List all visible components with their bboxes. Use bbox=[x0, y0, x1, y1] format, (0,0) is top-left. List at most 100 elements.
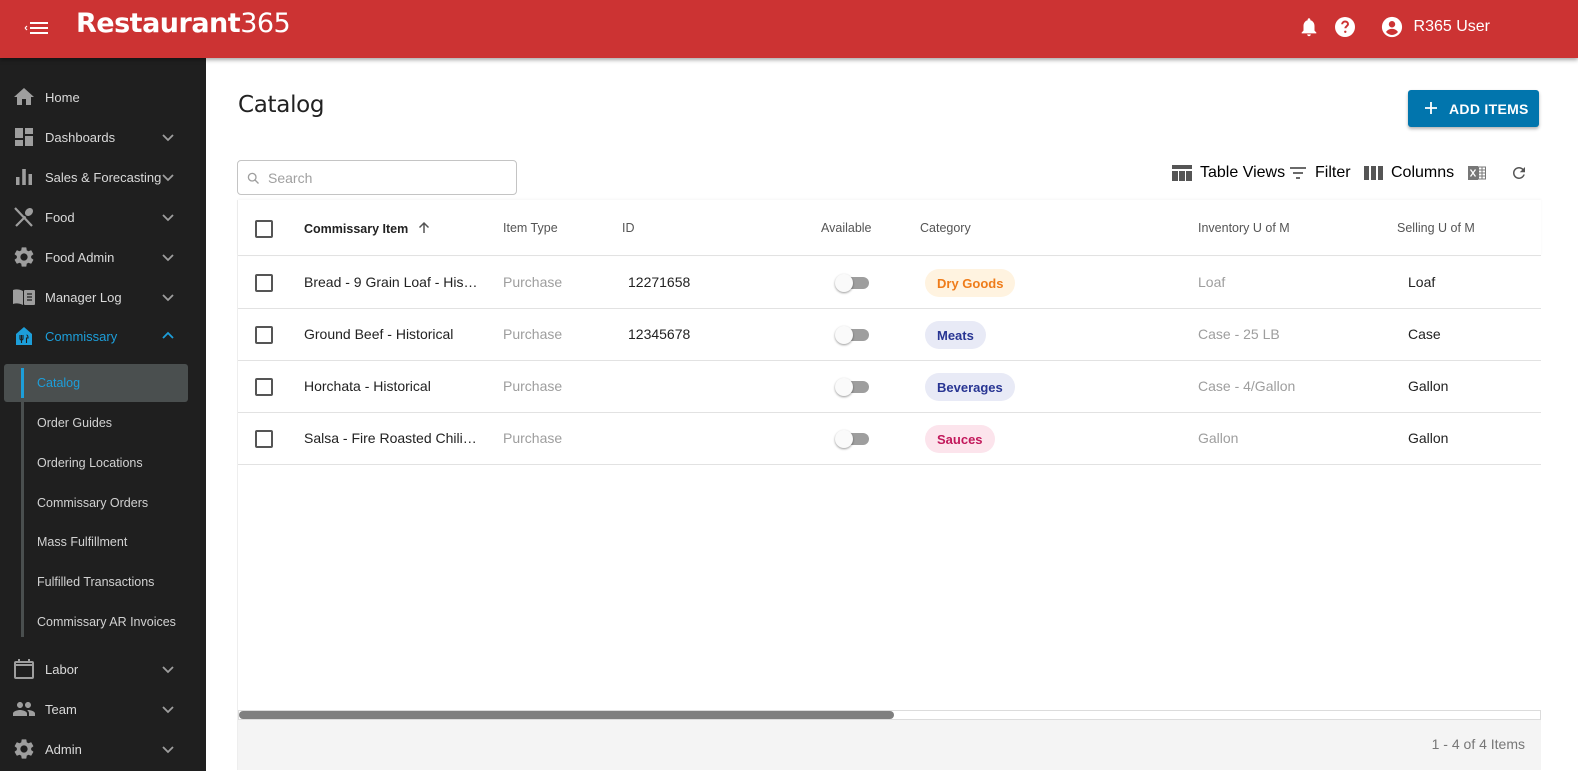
column-header-available[interactable]: Available bbox=[821, 221, 872, 235]
cell-commissary-item[interactable]: Bread - 9 Grain Loaf - His… bbox=[304, 274, 478, 290]
cell-item-type: Purchase bbox=[503, 430, 563, 446]
search-input[interactable] bbox=[268, 167, 508, 189]
available-toggle[interactable] bbox=[835, 274, 871, 292]
available-toggle[interactable] bbox=[835, 378, 871, 396]
column-header-category[interactable]: Category bbox=[920, 221, 971, 235]
menu-collapse-icon bbox=[24, 22, 48, 34]
available-toggle[interactable] bbox=[835, 430, 871, 448]
main-content: Catalog ADD ITEMS Table Views Filter Col… bbox=[206, 58, 1578, 771]
row-checkbox[interactable] bbox=[255, 326, 273, 344]
chevron-down-icon bbox=[162, 294, 174, 302]
sidebar-item-manager-log[interactable]: Manager Log bbox=[0, 277, 206, 317]
sidebar-item-sales-forecasting[interactable]: Sales & Forecasting bbox=[0, 157, 206, 197]
columns-button[interactable]: Columns bbox=[1364, 162, 1454, 184]
bar-chart-icon bbox=[16, 169, 32, 185]
app-logo[interactable]: Restaurant365 bbox=[76, 8, 291, 39]
notifications-button[interactable] bbox=[1297, 15, 1321, 39]
cell-selling-uom: Case bbox=[1408, 326, 1441, 342]
sidebar-item-label: Team bbox=[45, 701, 77, 717]
column-header-id[interactable]: ID bbox=[622, 221, 635, 235]
available-toggle[interactable] bbox=[835, 326, 871, 344]
column-header-inventory-uom[interactable]: Inventory U of M bbox=[1198, 221, 1290, 235]
help-icon bbox=[1334, 17, 1355, 37]
table-views-label: Table Views bbox=[1200, 164, 1286, 181]
sidebar-item-commissary[interactable]: Commissary bbox=[0, 316, 206, 356]
column-header-commissary-item[interactable]: Commissary Item bbox=[304, 221, 431, 236]
sidebar-item-food-admin[interactable]: Food Admin bbox=[0, 237, 206, 277]
gear-icon bbox=[14, 247, 34, 267]
sidebar-item-label: Sales & Forecasting bbox=[45, 169, 162, 185]
sidebar-subitem-label: Commissary AR Invoices bbox=[37, 615, 176, 629]
columns-icon bbox=[1364, 166, 1383, 180]
excel-icon bbox=[1468, 166, 1486, 180]
dashboard-icon bbox=[15, 128, 33, 146]
scrollbar-thumb[interactable] bbox=[239, 711, 894, 719]
category-badge: Dry Goods bbox=[925, 269, 1016, 297]
cell-commissary-item[interactable]: Ground Beef - Historical bbox=[304, 326, 453, 342]
menu-collapse-button[interactable] bbox=[22, 16, 52, 40]
refresh-button[interactable] bbox=[1510, 162, 1528, 184]
sidebar-item-label: Food Admin bbox=[45, 249, 115, 265]
sidebar-subitem-label: Mass Fulfillment bbox=[37, 535, 128, 549]
chevron-down-icon bbox=[162, 214, 174, 222]
cell-item-type: Purchase bbox=[503, 274, 563, 290]
sidebar-item-label: Commissary bbox=[45, 328, 118, 344]
sidebar: Home Dashboards Sales & Forecasting Food… bbox=[0, 58, 206, 771]
home-icon bbox=[14, 88, 34, 105]
store-icon bbox=[16, 327, 32, 345]
table-views-icon bbox=[1172, 165, 1192, 181]
cell-commissary-item[interactable]: Salsa - Fire Roasted Chili… bbox=[304, 430, 477, 446]
column-header-selling-uom[interactable]: Selling U of M bbox=[1397, 221, 1475, 235]
chevron-down-icon bbox=[162, 134, 174, 142]
table-views-button[interactable]: Table Views bbox=[1172, 162, 1285, 184]
row-checkbox[interactable] bbox=[255, 378, 273, 396]
sidebar-subitem-ordering-locations[interactable]: Ordering Locations bbox=[4, 444, 188, 482]
row-checkbox[interactable] bbox=[255, 430, 273, 448]
search-field[interactable] bbox=[237, 160, 517, 195]
help-button[interactable] bbox=[1333, 15, 1357, 39]
filter-button[interactable]: Filter bbox=[1289, 162, 1351, 184]
column-header-item-type[interactable]: Item Type bbox=[503, 221, 558, 235]
sidebar-subitem-mass-fulfillment[interactable]: Mass Fulfillment bbox=[4, 523, 188, 561]
chevron-down-icon bbox=[162, 666, 174, 674]
sidebar-item-team[interactable]: Team bbox=[0, 689, 206, 729]
chevron-down-icon bbox=[162, 706, 174, 714]
table-row[interactable]: Ground Beef - Historical Purchase 123456… bbox=[238, 309, 1541, 361]
sidebar-item-label: Labor bbox=[45, 661, 79, 677]
cell-item-type: Purchase bbox=[503, 378, 563, 394]
horizontal-scrollbar[interactable] bbox=[238, 710, 1541, 720]
table-header: Commissary Item Item Type ID Available C… bbox=[238, 200, 1541, 256]
export-excel-button[interactable] bbox=[1468, 162, 1486, 184]
sidebar-item-labor[interactable]: Labor bbox=[0, 649, 206, 689]
table-row[interactable]: Bread - 9 Grain Loaf - His… Purchase 122… bbox=[238, 257, 1541, 309]
sidebar-item-label: Manager Log bbox=[45, 289, 122, 305]
table-row[interactable]: Salsa - Fire Roasted Chili… Purchase Sau… bbox=[238, 413, 1541, 465]
sidebar-item-label: Dashboards bbox=[45, 129, 116, 145]
add-items-label: ADD ITEMS bbox=[1449, 100, 1529, 117]
user-menu[interactable]: R365 User bbox=[1381, 16, 1490, 38]
account-icon bbox=[1381, 16, 1402, 38]
row-checkbox[interactable] bbox=[255, 274, 273, 292]
chevron-down-icon bbox=[162, 174, 174, 182]
cell-commissary-item[interactable]: Horchata - Historical bbox=[304, 378, 431, 394]
sidebar-item-food[interactable]: Food bbox=[0, 197, 206, 237]
add-items-button[interactable]: ADD ITEMS bbox=[1408, 90, 1539, 127]
refresh-icon bbox=[1513, 167, 1525, 179]
sidebar-subitem-order-guides[interactable]: Order Guides bbox=[4, 404, 188, 442]
sidebar-subitem-catalog[interactable]: Catalog bbox=[4, 364, 188, 402]
cell-id: 12271658 bbox=[628, 274, 691, 290]
cell-inventory-uom: Case - 4/Gallon bbox=[1198, 378, 1296, 394]
sidebar-item-home[interactable]: Home bbox=[0, 77, 206, 117]
bell-icon bbox=[1301, 18, 1316, 37]
sidebar-subitem-commissary-ar-invoices[interactable]: Commissary AR Invoices bbox=[4, 603, 188, 641]
sidebar-item-admin[interactable]: Admin bbox=[0, 729, 206, 769]
chevron-down-icon bbox=[162, 254, 174, 262]
select-all-checkbox[interactable] bbox=[255, 220, 273, 238]
pagination-info: 1 - 4 of 4 Items bbox=[1431, 736, 1525, 752]
table-row[interactable]: Horchata - Historical Purchase Beverages… bbox=[238, 361, 1541, 413]
search-icon bbox=[247, 172, 259, 184]
sidebar-subitem-fulfilled-transactions[interactable]: Fulfilled Transactions bbox=[4, 563, 188, 601]
sidebar-item-dashboards[interactable]: Dashboards bbox=[0, 117, 206, 157]
sidebar-subitem-commissary-orders[interactable]: Commissary Orders bbox=[4, 484, 188, 522]
sidebar-subitem-label: Ordering Locations bbox=[37, 456, 143, 470]
